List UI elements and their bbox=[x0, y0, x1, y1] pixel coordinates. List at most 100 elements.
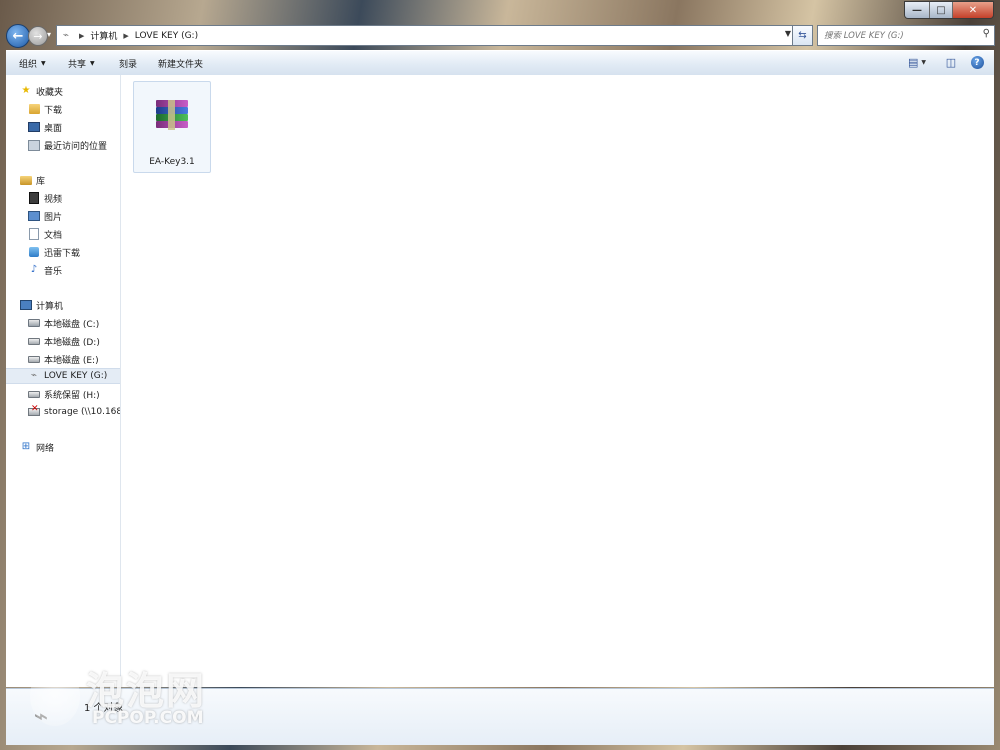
status-object-count: 1 个对象 bbox=[84, 703, 124, 714]
forward-arrow-icon: → bbox=[33, 29, 43, 43]
nav-item-recent-places[interactable]: 最近访问的位置 bbox=[6, 137, 120, 153]
music-note-icon: ♪ bbox=[30, 264, 38, 275]
library-icon bbox=[20, 174, 32, 186]
breadcrumb-computer[interactable]: 计算机 bbox=[90, 29, 117, 42]
organize-menu[interactable]: 组织 ▼ bbox=[19, 57, 46, 70]
chevron-down-icon: ▼ bbox=[921, 59, 927, 66]
change-view-button[interactable]: ▤ ▼ bbox=[904, 54, 930, 71]
share-menu[interactable]: 共享 ▼ bbox=[68, 57, 95, 70]
system-drive-icon bbox=[28, 317, 40, 329]
nav-item-label: 音乐 bbox=[44, 266, 63, 277]
nav-item-drive-g[interactable]: ⌁ LOVE KEY (G:) bbox=[6, 368, 120, 384]
nav-item-label: LOVE KEY (G:) bbox=[44, 371, 108, 381]
nav-item-label: 本地磁盘 (C:) bbox=[44, 319, 100, 330]
desktop-icon bbox=[28, 121, 40, 133]
refresh-icon: ⇆ bbox=[798, 30, 807, 41]
help-icon: ? bbox=[970, 56, 984, 69]
nav-item-label: 本地磁盘 (D:) bbox=[44, 337, 100, 348]
back-button[interactable]: ← bbox=[6, 24, 30, 48]
chevron-down-icon: ▼ bbox=[41, 60, 46, 67]
nav-item-label: 本地磁盘 (E:) bbox=[44, 355, 99, 366]
nav-libraries[interactable]: 库 bbox=[6, 172, 120, 188]
search-icon[interactable]: ⚲ bbox=[983, 28, 990, 39]
video-icon bbox=[28, 192, 40, 204]
back-arrow-icon: ← bbox=[12, 28, 24, 44]
hard-drive-icon bbox=[28, 335, 40, 347]
nav-item-videos[interactable]: 视频 bbox=[6, 190, 120, 206]
address-row: ← → ▾ ⌁ ▶ 计算机 ▶ LOVE KEY (G:) ▼ ⇆ ⚲ bbox=[0, 20, 1000, 50]
nav-item-label: 桌面 bbox=[44, 123, 63, 134]
nav-item-drive-e[interactable]: 本地磁盘 (E:) bbox=[6, 351, 120, 367]
burn-button[interactable]: 刻录 bbox=[119, 57, 137, 70]
refresh-button[interactable]: ⇆ bbox=[792, 25, 813, 46]
usb-drive-icon: ⌁ bbox=[33, 702, 49, 730]
address-bar[interactable]: ⌁ ▶ 计算机 ▶ LOVE KEY (G:) ▼ bbox=[56, 25, 794, 46]
minimize-button[interactable]: — bbox=[905, 2, 930, 18]
disconnected-network-drive-icon bbox=[28, 405, 40, 418]
hard-drive-icon bbox=[28, 388, 40, 400]
new-folder-button[interactable]: 新建文件夹 bbox=[158, 57, 203, 70]
nav-item-label: 最近访问的位置 bbox=[44, 141, 108, 152]
nav-item-label: 视频 bbox=[44, 194, 63, 205]
nav-item-desktop[interactable]: 桌面 bbox=[6, 119, 120, 135]
nav-item-pictures[interactable]: 图片 bbox=[6, 208, 120, 224]
hard-drive-icon bbox=[28, 353, 40, 365]
preview-pane-button[interactable]: ◫ bbox=[943, 54, 959, 71]
nav-network[interactable]: ⊞ 网络 bbox=[6, 439, 120, 455]
nav-item-label: 图片 bbox=[44, 212, 63, 223]
xunlei-download-icon bbox=[28, 246, 40, 258]
nav-item-label: 系统保留 (H:) bbox=[44, 390, 100, 401]
nav-item-downloads[interactable]: 下载 bbox=[6, 101, 120, 117]
title-bar: — □ ✕ bbox=[0, 0, 1000, 20]
usb-drive-icon: ⌁ bbox=[30, 370, 38, 381]
nav-item-label: 迅雷下载 bbox=[44, 248, 81, 259]
nav-item-drive-h[interactable]: 系统保留 (H:) bbox=[6, 386, 120, 402]
document-icon bbox=[28, 228, 40, 240]
breadcrumb-separator-icon[interactable]: ▶ bbox=[79, 32, 84, 40]
breadcrumb-separator-icon[interactable]: ▶ bbox=[123, 32, 128, 40]
nav-item-xunlei-downloads[interactable]: 迅雷下载 bbox=[6, 244, 120, 260]
organize-label: 组织 bbox=[19, 60, 38, 70]
view-icon: ▤ bbox=[907, 56, 919, 69]
breadcrumb-love-key[interactable]: LOVE KEY (G:) bbox=[135, 31, 198, 41]
nav-item-label: storage (\\10.168.( bbox=[44, 407, 121, 417]
nav-item-network-storage[interactable]: storage (\\10.168.( bbox=[6, 404, 120, 420]
preview-pane-icon: ◫ bbox=[945, 56, 957, 69]
new-folder-label: 新建文件夹 bbox=[158, 60, 204, 70]
nav-computer[interactable]: 计算机 bbox=[6, 297, 120, 313]
nav-item-label: 下载 bbox=[44, 105, 63, 116]
file-list-area[interactable]: EA-Key3.1 bbox=[121, 75, 994, 687]
share-label: 共享 bbox=[68, 60, 87, 70]
nav-computer-label: 计算机 bbox=[36, 301, 64, 312]
nav-network-label: 网络 bbox=[36, 443, 55, 454]
forward-button[interactable]: → bbox=[28, 26, 48, 46]
nav-item-label: 文档 bbox=[44, 230, 63, 241]
file-item[interactable]: EA-Key3.1 bbox=[133, 81, 211, 173]
search-box[interactable]: ⚲ bbox=[817, 25, 995, 46]
address-history-dropdown-icon[interactable]: ▼ bbox=[785, 29, 791, 38]
recent-pages-dropdown[interactable]: ▾ bbox=[47, 30, 51, 39]
picture-icon bbox=[28, 210, 40, 222]
navigation-pane: ★ 收藏夹 下载 桌面 最近访问的位置 库 视频 图片 文档 迅雷下载 ♪ 音乐… bbox=[6, 75, 121, 687]
nav-item-documents[interactable]: 文档 bbox=[6, 226, 120, 242]
nav-item-music[interactable]: ♪ 音乐 bbox=[6, 262, 120, 278]
nav-favorites-label: 收藏夹 bbox=[36, 87, 64, 98]
nav-item-drive-d[interactable]: 本地磁盘 (D:) bbox=[6, 333, 120, 349]
computer-icon bbox=[20, 299, 32, 311]
recent-places-icon bbox=[28, 139, 40, 151]
command-toolbar: 组织 ▼ 共享 ▼ 刻录 新建文件夹 ▤ ▼ ◫ ? bbox=[6, 50, 994, 76]
nav-item-drive-c[interactable]: 本地磁盘 (C:) bbox=[6, 315, 120, 331]
file-name: EA-Key3.1 bbox=[149, 157, 195, 167]
explorer-window: — □ ✕ ← → ▾ ⌁ ▶ 计算机 ▶ LOVE KEY (G:) ▼ ⇆ … bbox=[0, 0, 1000, 750]
nav-libraries-label: 库 bbox=[36, 176, 46, 187]
chevron-down-icon: ▼ bbox=[90, 60, 95, 67]
rar-archive-icon bbox=[156, 100, 188, 130]
search-input[interactable] bbox=[824, 30, 974, 41]
burn-label: 刻录 bbox=[119, 60, 138, 70]
status-bar: ⌁ 1 个对象 bbox=[6, 688, 994, 745]
maximize-button[interactable]: □ bbox=[930, 2, 953, 18]
help-button[interactable]: ? bbox=[969, 54, 985, 71]
nav-favorites[interactable]: ★ 收藏夹 bbox=[6, 83, 120, 99]
close-button[interactable]: ✕ bbox=[953, 2, 993, 18]
downloads-folder-icon bbox=[28, 103, 40, 115]
